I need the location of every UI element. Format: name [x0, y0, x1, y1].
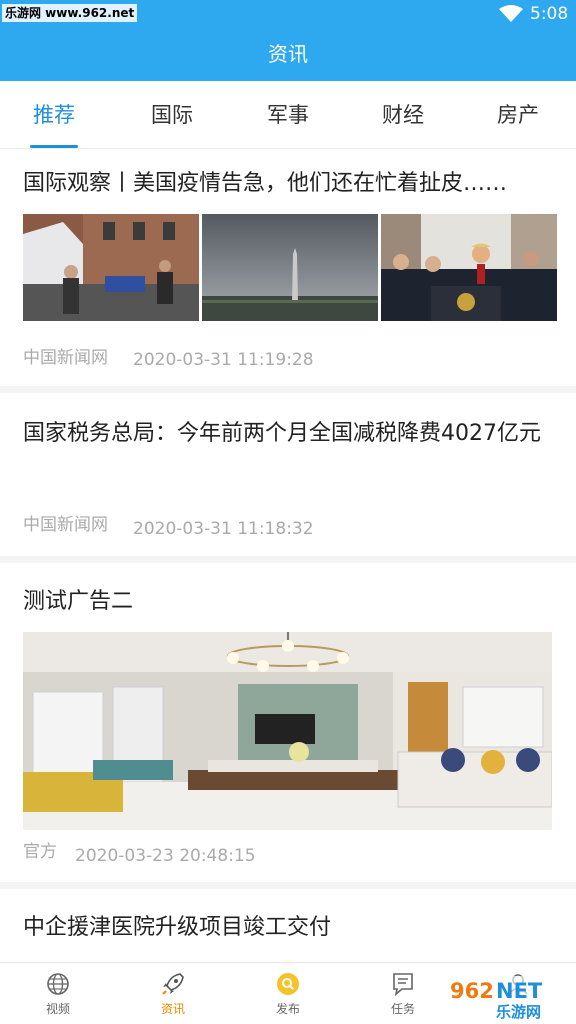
watermark-logo: 962 NET 乐游网	[444, 976, 572, 1020]
tab-international[interactable]: 国际	[122, 81, 222, 149]
divider	[0, 882, 576, 889]
nav-label: 发布	[275, 1002, 300, 1016]
svg-text:962: 962	[450, 979, 494, 1003]
status-bar: 乐游网 www.962.net 5:08	[0, 0, 576, 28]
article-time: 2020-03-23 20:48:15	[75, 846, 256, 866]
article-source: 官方	[23, 842, 57, 862]
active-tab-indicator	[30, 145, 78, 148]
article-time: 2020-03-31 11:18:32	[133, 519, 314, 539]
wifi-icon	[499, 5, 523, 22]
tab-finance[interactable]: 财经	[353, 81, 453, 149]
nav-item-video[interactable]: 视频	[18, 963, 98, 1024]
nav-label: 任务	[390, 1002, 415, 1016]
nav-item-news[interactable]: 资讯	[133, 963, 213, 1024]
video-globe-icon	[47, 973, 69, 995]
article-title[interactable]: 国际观察丨美国疫情告急，他们还在忙着扯皮……	[23, 166, 553, 201]
thumbnail-image	[23, 214, 199, 321]
category-tabs: 推荐 国际 军事 财经 房产	[0, 81, 576, 149]
ad-image	[23, 632, 552, 830]
watermark-text: 乐游网 www.962.net	[2, 4, 138, 22]
nav-label: 资讯	[160, 1002, 185, 1016]
article-time: 2020-03-31 11:19:28	[133, 350, 314, 370]
svg-text:乐游网: 乐游网	[496, 1003, 541, 1020]
tab-recommend[interactable]: 推荐	[4, 81, 104, 149]
thumbnail-image	[202, 214, 378, 321]
tab-military[interactable]: 军事	[238, 81, 338, 149]
tab-realestate[interactable]: 房产	[468, 81, 568, 149]
page-title: 资讯	[268, 42, 308, 66]
article-title[interactable]: 中企援津医院升级项目竣工交付	[23, 910, 553, 945]
divider	[0, 386, 576, 393]
article-title[interactable]: 测试广告二	[23, 584, 553, 619]
article-source: 中国新闻网	[23, 348, 108, 368]
search-circle-icon	[277, 973, 299, 995]
divider	[0, 556, 576, 563]
article-title[interactable]: 国家税务总局：今年前两个月全国减税降费4027亿元	[23, 416, 553, 451]
article-source: 中国新闻网	[23, 515, 108, 535]
nav-label: 视频	[45, 1002, 70, 1016]
app-header: 乐游网 www.962.net 5:08 资讯	[0, 0, 576, 81]
svg-text:NET: NET	[496, 979, 543, 1003]
nav-item-tasks[interactable]: 任务	[363, 963, 443, 1024]
task-icon	[393, 973, 413, 997]
thumbnail-image	[381, 214, 557, 321]
nav-item-publish[interactable]: 发布	[248, 963, 328, 1024]
rocket-icon	[162, 973, 184, 995]
status-time: 5:08	[530, 4, 569, 24]
